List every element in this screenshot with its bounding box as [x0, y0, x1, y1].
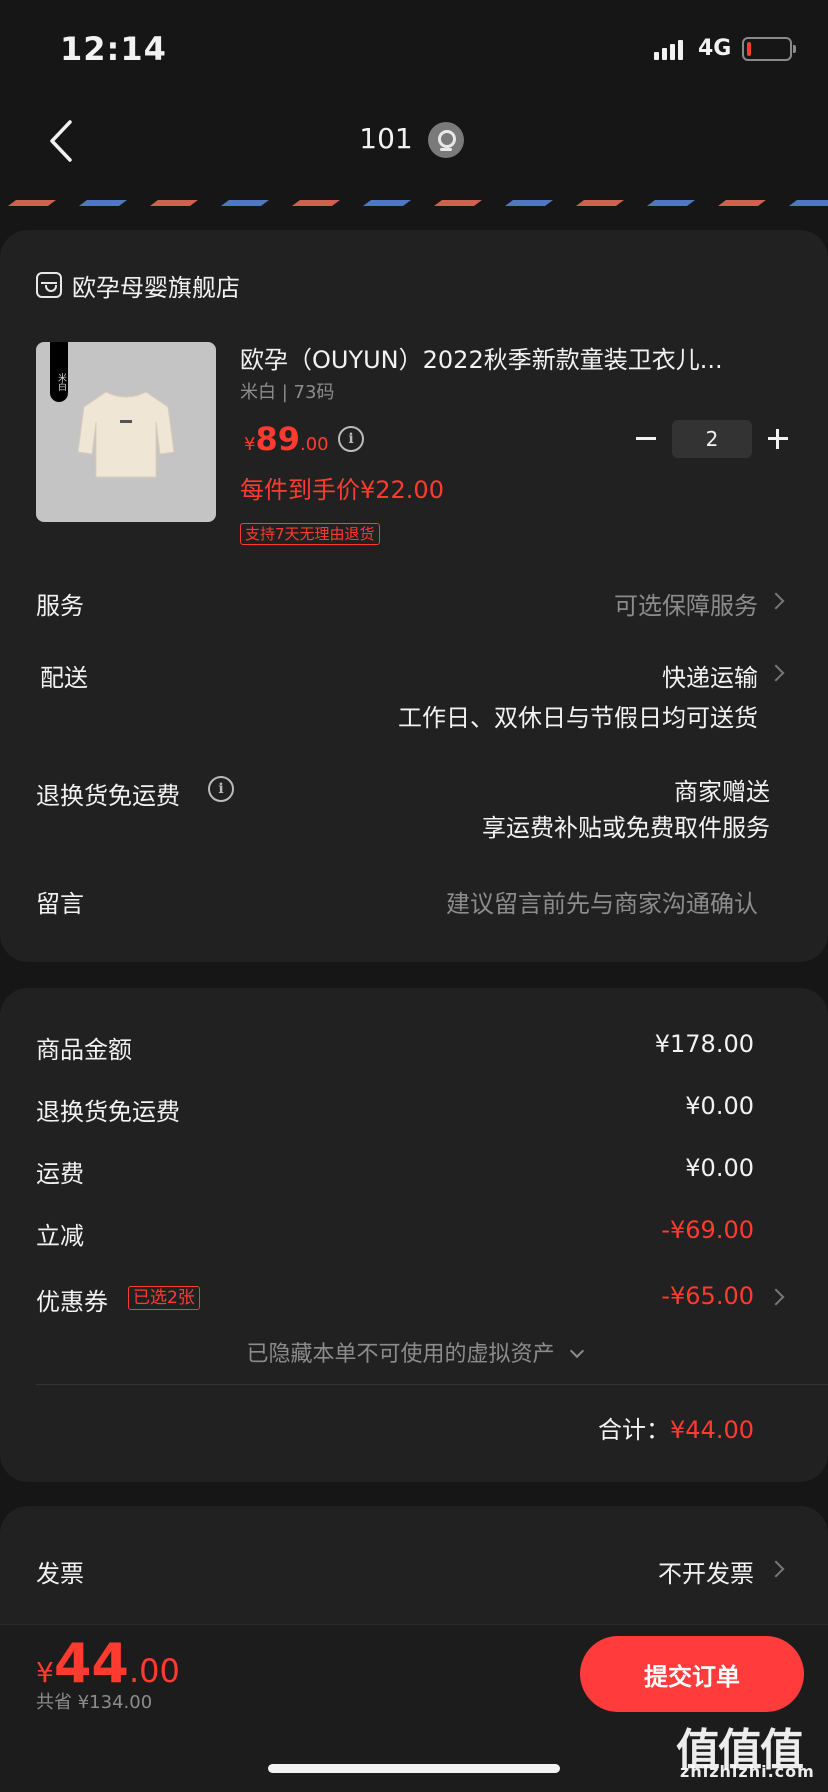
airmail-stripe-segment — [292, 200, 340, 206]
airmail-stripe-segment — [150, 200, 198, 206]
price-integer: 89 — [255, 420, 300, 458]
delivery-value[interactable]: 快递运输 — [662, 658, 758, 693]
thumb-color-tag: 米白 — [50, 342, 68, 402]
coupon-value[interactable]: -¥65.00 — [661, 1282, 754, 1310]
return-fee-label: 退换货免运费 — [36, 1098, 180, 1126]
service-label: 服务 — [36, 592, 84, 620]
free-return-value: 商家赠送 — [674, 778, 770, 806]
coupon-selected-tag: 已选2张 — [128, 1286, 200, 1310]
delivery-sub: 工作日、双休日与节假日均可送货 — [398, 704, 758, 732]
product-title[interactable]: 欧孕（OUYUN）2022秋季新款童装卫衣儿... — [240, 340, 780, 375]
total-label: 合计： — [598, 1416, 671, 1444]
airmail-stripe-segment — [434, 200, 482, 206]
network-type: 4G — [698, 36, 732, 61]
total-value: ¥44.00 — [670, 1416, 754, 1444]
goods-amount-label: 商品金额 — [36, 1036, 132, 1064]
checkout-total: ¥ 44 .00 — [36, 1632, 180, 1695]
store-name[interactable]: 欧孕母婴旗舰店 — [72, 268, 240, 303]
shipping-label: 运费 — [36, 1160, 84, 1188]
airmail-stripe-segment — [789, 200, 828, 206]
hidden-assets-toggle[interactable]: 已隐藏本单不可使用的虚拟资产 — [0, 1336, 828, 1368]
divider — [36, 1384, 828, 1385]
checkout-total-integer: 44 — [53, 1632, 129, 1695]
airmail-stripe-segment — [647, 200, 695, 206]
sweater-image — [77, 391, 175, 478]
return-fee-value: ¥0.00 — [685, 1092, 754, 1120]
product-image[interactable]: 米白 — [36, 342, 216, 522]
price-decimal: .00 — [299, 434, 329, 455]
delivery-label: 配送 — [40, 664, 88, 692]
airmail-stripe — [0, 198, 828, 208]
service-value[interactable]: 可选保障服务 — [614, 586, 758, 621]
store-icon — [36, 272, 62, 298]
invoice-value[interactable]: 不开发票 — [658, 1554, 754, 1589]
checkout-total-symbol: ¥ — [36, 1656, 54, 1689]
page-title: 101 — [359, 122, 413, 155]
airmail-stripe-segment — [505, 200, 553, 206]
status-time: 12:14 — [60, 30, 167, 68]
goods-amount-value: ¥178.00 — [654, 1030, 754, 1058]
saved-amount: 共省 ¥134.00 — [36, 1692, 153, 1713]
invoice-label: 发票 — [36, 1560, 84, 1588]
airmail-stripe-segment — [576, 200, 624, 206]
product-price: ¥ 89 .00 — [244, 420, 329, 458]
message-input[interactable]: 建议留言前先与商家沟通确认 — [446, 884, 758, 919]
return-policy-tag: 支持7天无理由退货 — [240, 523, 380, 545]
airmail-stripe-segment — [8, 200, 56, 206]
airmail-stripe-segment — [718, 200, 766, 206]
battery-icon — [742, 37, 796, 61]
total-row: 合计：¥44.00 — [598, 1410, 754, 1445]
quantity-minus-button[interactable] — [632, 424, 660, 452]
airmail-stripe-segment — [363, 200, 411, 206]
home-indicator — [268, 1764, 560, 1773]
quantity-plus-button[interactable] — [764, 424, 792, 452]
chevron-down-icon — [569, 1343, 584, 1359]
checkout-total-decimal: .00 — [128, 1652, 180, 1690]
info-icon[interactable]: i — [208, 776, 234, 802]
coupon-label: 优惠券 — [36, 1288, 108, 1316]
unit-price: 每件到手价¥22.00 — [240, 476, 444, 504]
submit-order-button[interactable]: 提交订单 — [580, 1636, 804, 1712]
hidden-assets-text: 已隐藏本单不可使用的虚拟资产 — [246, 1342, 555, 1367]
price-info-icon[interactable]: i — [338, 426, 364, 452]
product-spec[interactable]: 米白 | 73码 — [240, 378, 334, 404]
quantity-input[interactable]: 2 — [672, 420, 752, 458]
free-return-sub: 享运费补贴或免费取件服务 — [482, 814, 770, 842]
watermark-url: zhizhizhi.com — [680, 1762, 815, 1781]
airmail-stripe-segment — [221, 200, 269, 206]
signal-icon — [654, 38, 683, 60]
discount-value: -¥69.00 — [661, 1216, 754, 1244]
price-symbol: ¥ — [244, 434, 256, 455]
message-label: 留言 — [36, 890, 84, 918]
discount-label: 立减 — [36, 1222, 84, 1250]
shipping-value: ¥0.00 — [685, 1154, 754, 1182]
camera-icon[interactable] — [428, 122, 464, 158]
free-return-label: 退换货免运费 — [36, 782, 180, 810]
airmail-stripe-segment — [79, 200, 127, 206]
